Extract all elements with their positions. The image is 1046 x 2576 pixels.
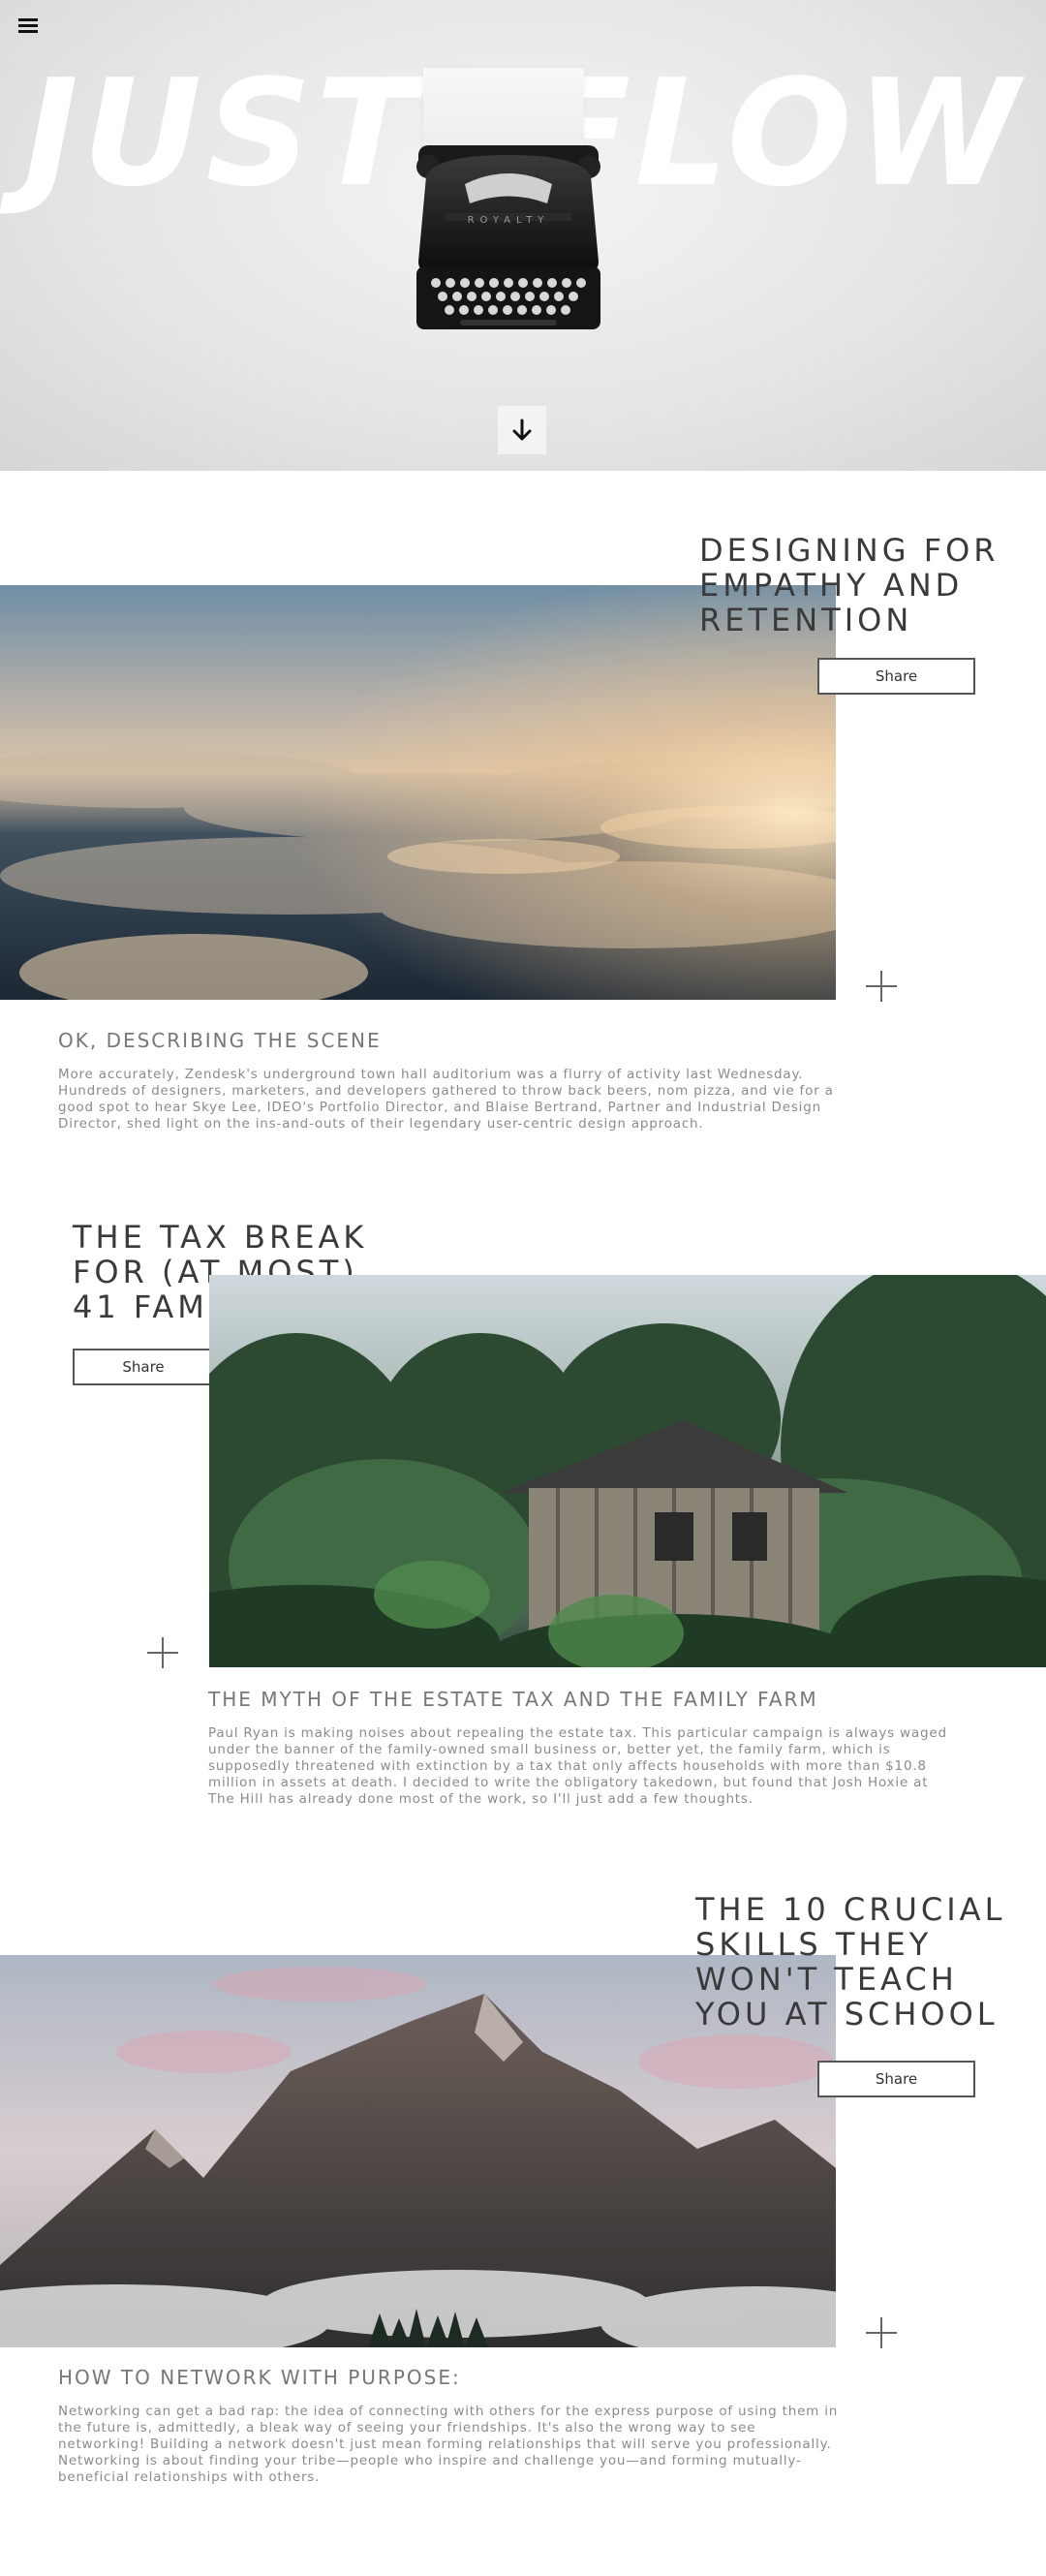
article-3-subtitle: HOW TO NETWORK WITH PURPOSE:	[58, 2366, 461, 2389]
clouds-sunset-photo	[0, 585, 836, 1000]
typewriter-image: ROYALTY	[416, 145, 600, 329]
jungle-house-photo	[209, 1275, 1046, 1667]
hamburger-icon[interactable]	[18, 18, 38, 34]
svg-text:ROYALTY: ROYALTY	[468, 215, 550, 226]
article-2-body: Paul Ryan is making noises about repeali…	[208, 1725, 947, 1807]
scroll-down-button[interactable]	[498, 406, 546, 454]
article-3-body: Networking can get a bad rap: the idea o…	[58, 2404, 839, 2485]
article-2-subtitle: THE MYTH OF THE ESTATE TAX AND THE FAMIL…	[208, 1688, 818, 1711]
article-1-share-button[interactable]: Share	[817, 658, 975, 695]
article-3-share-button[interactable]: Share	[817, 2061, 975, 2097]
hero-section: JUST FLOW ROYALTY	[0, 0, 1046, 471]
arrow-down-icon	[512, 419, 532, 441]
article-3-plus-icon[interactable]	[866, 2317, 897, 2348]
article-1-title[interactable]: DESIGNING FOR EMPATHY AND RETENTION	[699, 533, 1009, 637]
article-1-body: More accurately, Zendesk's underground t…	[58, 1067, 834, 1132]
article-3-title[interactable]: THE 10 CRUCIAL SKILLS THEY WON'T TEACH Y…	[695, 1892, 1030, 2032]
article-2-share-button[interactable]: Share	[73, 1349, 214, 1385]
article-1-subtitle: OK, DESCRIBING THE SCENE	[58, 1029, 382, 1052]
article-1-plus-icon[interactable]	[866, 971, 897, 1002]
article-2-plus-icon[interactable]	[147, 1637, 178, 1668]
